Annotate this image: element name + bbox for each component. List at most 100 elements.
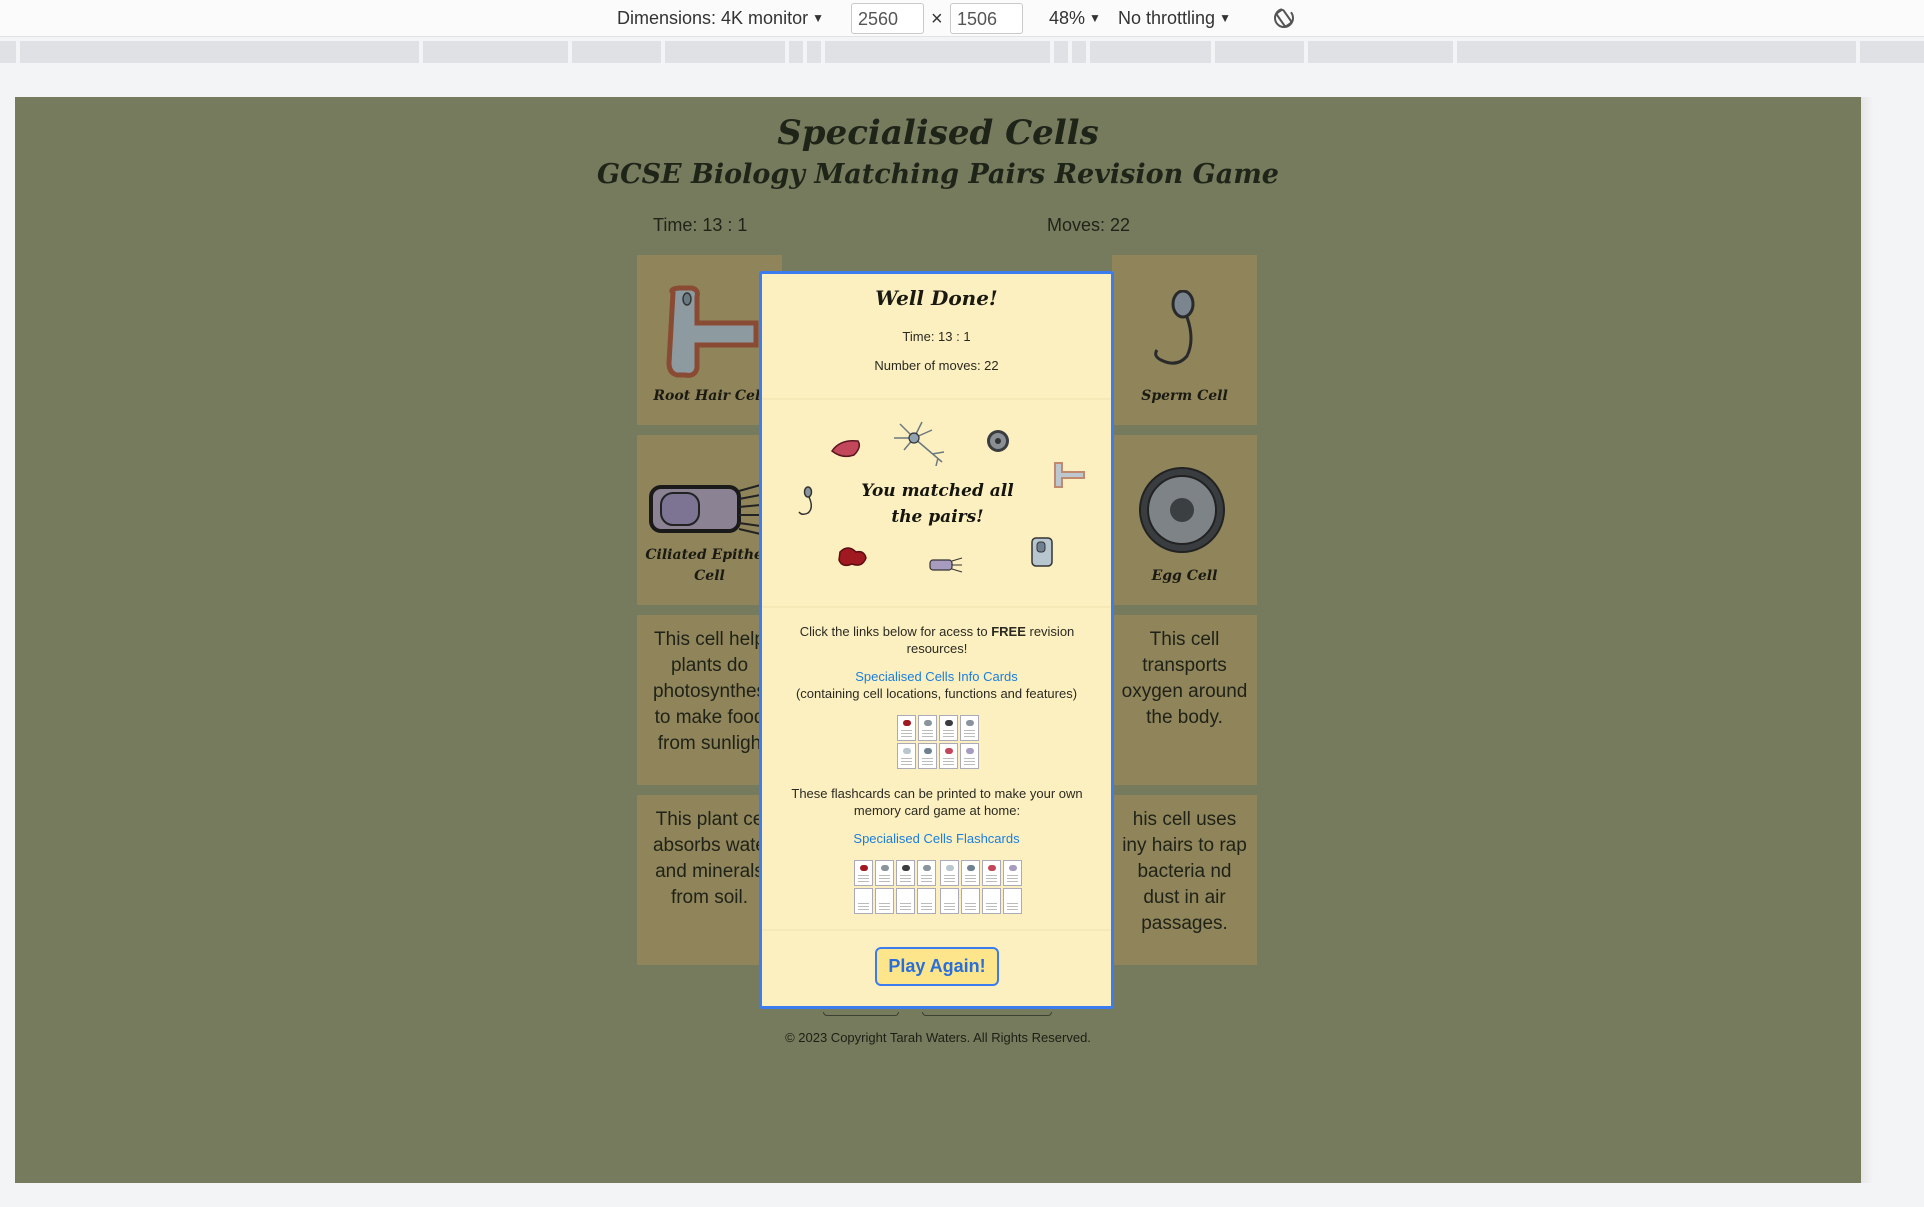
- ruler-segment[interactable]: [807, 41, 821, 63]
- ruler-segment[interactable]: [0, 41, 16, 63]
- ruler-segment[interactable]: [1054, 41, 1068, 63]
- thumbnail-text-line: [900, 909, 911, 910]
- thumbnail-text-line: [1007, 903, 1018, 904]
- ruler-segment[interactable]: [1215, 41, 1304, 63]
- thumbnail-card: [960, 743, 979, 769]
- hidden-button[interactable]: [922, 1012, 1052, 1016]
- rotate-icon[interactable]: [1270, 4, 1298, 32]
- thumbnail-card: [917, 860, 936, 886]
- thumbnail-text-line: [921, 909, 932, 910]
- thumbnail-text-line: [965, 881, 976, 882]
- thumbnail-text-line: [964, 764, 975, 765]
- thumbnail-text-line: [964, 736, 975, 737]
- card-description: his cell uses iny hairs to rap bacteria …: [1122, 809, 1247, 934]
- thumbnail-cell-icon: [988, 865, 996, 871]
- flashcards-preview-a[interactable]: [854, 860, 938, 914]
- moves-counter: Moves: 22: [1047, 215, 1131, 235]
- width-input[interactable]: 2560: [851, 3, 924, 34]
- thumbnail-cell-icon: [945, 720, 953, 726]
- ciliated-small-icon: [929, 557, 963, 573]
- info-cards-note: (containing cell locations, functions an…: [795, 686, 1078, 701]
- thumbnail-text-line: [858, 881, 869, 882]
- thumbnail-card: [875, 888, 894, 914]
- thumbnail-text-line: [964, 761, 975, 762]
- height-input[interactable]: 1506: [950, 3, 1023, 34]
- egg-cell-small-icon: [987, 430, 1009, 452]
- ruler-segment[interactable]: [423, 41, 568, 63]
- ruler-segment[interactable]: [1072, 41, 1086, 63]
- thumbnail-cell-icon: [1009, 865, 1017, 871]
- thumbnail-text-line: [1007, 881, 1018, 882]
- ruler-segment[interactable]: [825, 41, 1050, 63]
- nerve-cell-icon: [894, 421, 945, 466]
- modal-time: Time: 13 : 1: [902, 329, 971, 344]
- thumbnail-text-line: [901, 733, 912, 734]
- thumbnail-cell-icon: [923, 865, 931, 871]
- ruler-segment[interactable]: [1308, 41, 1453, 63]
- thumbnail-card: [897, 715, 916, 741]
- ruler-segment[interactable]: [572, 41, 661, 63]
- play-again-button[interactable]: Play Again!: [875, 947, 999, 986]
- thumbnail-text-line: [921, 906, 932, 907]
- thumbnail-cell-icon: [966, 748, 974, 754]
- thumbnail-cell-icon: [881, 865, 889, 871]
- thumbnail-card: [982, 860, 1001, 886]
- thumbnail-text-line: [986, 881, 997, 882]
- thumbnail-text-line: [900, 881, 911, 882]
- thumbnail-text-line: [1007, 875, 1018, 876]
- thumbnail-card: [940, 860, 959, 886]
- thumbnail-text-line: [986, 878, 997, 879]
- card-description: This cell transports oxygen around the b…: [1121, 629, 1248, 728]
- thumbnail-text-line: [921, 903, 932, 904]
- card-sperm-cell[interactable]: Sperm Cell: [1112, 255, 1257, 425]
- thumbnail-cell-icon: [902, 865, 910, 871]
- thumbnail-text-line: [921, 875, 932, 876]
- thumbnail-text-line: [900, 875, 911, 876]
- thumbnail-card: [897, 743, 916, 769]
- info-cards-link[interactable]: Specialised Cells Info Cards: [762, 669, 1111, 684]
- ruler-segment[interactable]: [665, 41, 785, 63]
- thumbnail-text-line: [879, 909, 890, 910]
- thumbnail-text-line: [922, 761, 933, 762]
- devtools-toolbar: Dimensions: 4K monitor ▼ 2560 × 1506 48% ▼…: [0, 0, 1924, 37]
- thumbnail-text-line: [1007, 909, 1018, 910]
- thumbnail-text-line: [879, 875, 890, 876]
- thumbnail-text-line: [986, 909, 997, 910]
- throttling-dropdown[interactable]: No throttling ▼: [1118, 8, 1231, 29]
- divider: [762, 606, 1111, 608]
- zoom-dropdown[interactable]: 48% ▼: [1049, 8, 1101, 29]
- ruler-segment[interactable]: [1457, 41, 1856, 63]
- thumbnail-text-line: [944, 875, 955, 876]
- modal-title: Well Done!: [875, 286, 998, 310]
- thumbnail-text-line: [1007, 878, 1018, 879]
- thumbnail-text-line: [879, 881, 890, 882]
- red-blood-cell-icon: [838, 547, 867, 567]
- ruler-segment[interactable]: [20, 41, 419, 63]
- thumbnail-text-line: [922, 764, 933, 765]
- thumbnail-card: [854, 860, 873, 886]
- thumbnail-text-line: [943, 764, 954, 765]
- root-hair-small-icon: [1054, 462, 1085, 488]
- dimensions-dropdown[interactable]: Dimensions: 4K monitor ▼: [617, 8, 824, 29]
- ruler-segment[interactable]: [1090, 41, 1211, 63]
- intro-text: Click the links below for acess to: [799, 624, 988, 639]
- ruler-segment[interactable]: [1860, 41, 1924, 63]
- thumbnail-card: [918, 743, 937, 769]
- card-text-oxygen[interactable]: This cell transports oxygen around the b…: [1112, 615, 1257, 785]
- dimensions-label: Dimensions: 4K monitor: [617, 8, 809, 28]
- flashcards-preview-b[interactable]: [940, 860, 1024, 914]
- thumbnail-cell-icon: [945, 748, 953, 754]
- resources-intro: Click the links below for acess to FREE …: [792, 623, 1082, 657]
- guard-cell-icon: [1031, 537, 1053, 567]
- thumbnail-card: [939, 715, 958, 741]
- thumbnail-card: [982, 888, 1001, 914]
- ruler-segment[interactable]: [789, 41, 803, 63]
- card-text-tiny-hairs[interactable]: his cell uses iny hairs to rap bacteria …: [1112, 795, 1257, 965]
- thumbnail-cell-icon: [924, 748, 932, 754]
- info-cards-preview[interactable]: [897, 715, 981, 769]
- hidden-button[interactable]: [823, 1012, 899, 1016]
- thumbnail-text-line: [944, 903, 955, 904]
- flashcards-intro: These flashcards can be printed to make …: [791, 786, 1083, 818]
- card-egg-cell[interactable]: Egg Cell: [1112, 435, 1257, 605]
- flashcards-link[interactable]: Specialised Cells Flashcards: [762, 831, 1111, 846]
